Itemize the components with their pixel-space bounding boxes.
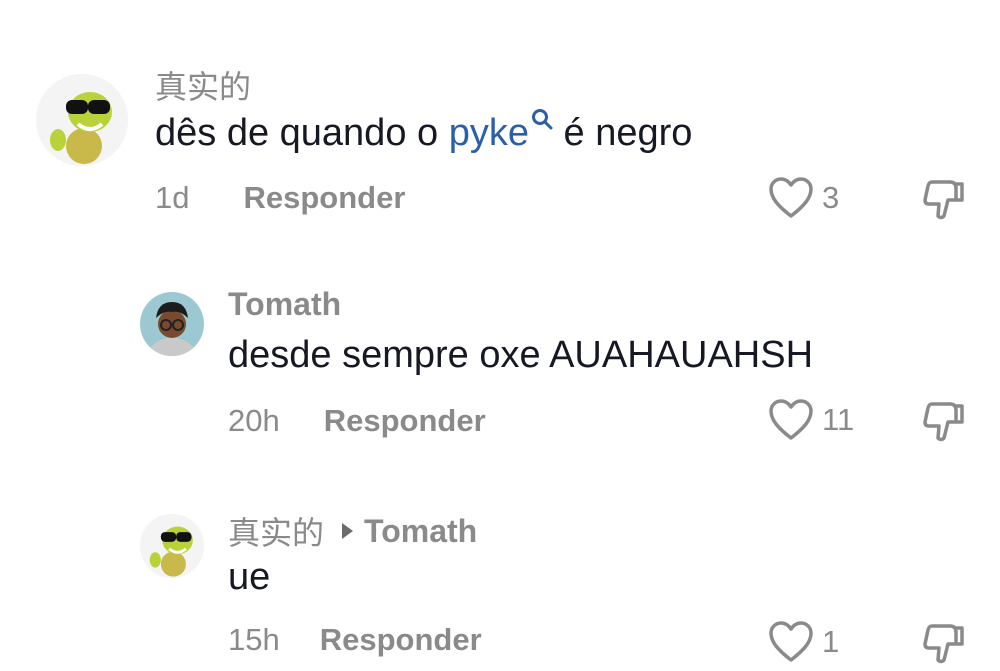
comment-meta: 20h Responder [228, 403, 486, 439]
heart-icon [769, 399, 813, 440]
comment-meta: 15h Responder [228, 622, 482, 658]
comment-text: dês de quando o pyke é negro [155, 109, 692, 155]
username[interactable]: Tomath [228, 286, 341, 323]
avatar[interactable] [140, 292, 204, 356]
comment-text: desde sempre oxe AUAHAUAHSH [228, 334, 814, 376]
avatar[interactable] [36, 74, 128, 166]
like-button[interactable]: 3 [768, 176, 839, 220]
avatar[interactable] [140, 514, 204, 578]
dislike-icon [923, 180, 964, 220]
turtle-avatar-icon [36, 74, 128, 166]
reply-arrow-icon [342, 523, 354, 539]
like-count: 3 [822, 180, 840, 215]
like-count: 11 [822, 402, 855, 437]
username[interactable]: 真实的 Tomath [228, 508, 477, 554]
boy-avatar-icon [140, 292, 204, 356]
reply-button[interactable]: Responder [320, 622, 482, 658]
comment-meta: 1d Responder [155, 180, 405, 216]
timestamp: 20h [228, 403, 280, 438]
reply-button[interactable]: Responder [324, 403, 486, 439]
like-button[interactable]: 1 [768, 620, 839, 664]
reply-to-username[interactable]: Tomath [364, 513, 477, 550]
reply-button[interactable]: Responder [243, 180, 405, 216]
like-count: 1 [822, 624, 840, 659]
timestamp: 15h [228, 622, 280, 657]
heart-icon [769, 621, 813, 662]
username[interactable]: 真实的 [155, 62, 251, 108]
mention-link[interactable]: pyke [449, 109, 553, 154]
timestamp: 1d [155, 180, 190, 215]
dislike-button[interactable] [920, 620, 966, 671]
like-button[interactable]: 11 [768, 398, 854, 442]
search-icon [531, 109, 553, 130]
heart-icon [769, 177, 813, 218]
dislike-button[interactable] [920, 176, 966, 227]
turtle-avatar-icon [140, 514, 204, 578]
dislike-icon [923, 402, 964, 442]
dislike-button[interactable] [920, 398, 966, 449]
comment-text: ue [228, 556, 271, 598]
dislike-icon [923, 624, 964, 664]
